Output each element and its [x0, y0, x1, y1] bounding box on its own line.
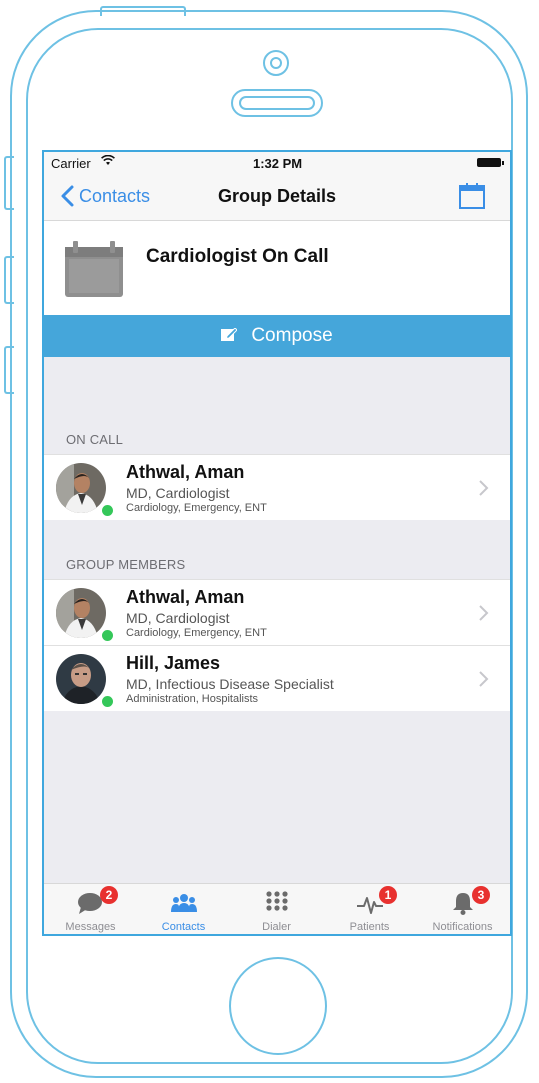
front-camera	[263, 50, 289, 76]
calendar-icon[interactable]	[458, 182, 486, 210]
battery-icon	[477, 158, 504, 167]
avatar	[56, 588, 106, 638]
navigation-bar: Contacts Group Details	[44, 174, 510, 221]
tab-label: Patients	[349, 921, 390, 933]
contact-row[interactable]: Athwal, Aman MD, Cardiologist Cardiology…	[44, 579, 510, 645]
tab-patients[interactable]: 1 Patients	[323, 884, 416, 934]
avatar	[56, 463, 106, 513]
app-screen: Carrier 1:32 PM Contacts Group Details C…	[42, 150, 512, 936]
compose-button[interactable]: Compose	[44, 315, 510, 357]
wifi-icon	[101, 154, 115, 169]
avatar	[56, 654, 106, 704]
clock: 1:32 PM	[253, 156, 303, 171]
chevron-right-icon	[479, 480, 489, 496]
contact-row[interactable]: Hill, James MD, Infectious Disease Speci…	[44, 645, 510, 711]
carrier-label: Carrier	[51, 156, 91, 171]
messages-badge: 2	[100, 886, 118, 904]
contact-departments: Cardiology, Emergency, ENT	[126, 627, 267, 639]
contact-departments: Administration, Hospitalists	[126, 693, 259, 705]
status-bar: Carrier 1:32 PM	[44, 152, 510, 174]
tab-contacts[interactable]: Contacts	[137, 884, 230, 934]
compose-icon	[221, 328, 238, 341]
keypad-icon	[266, 891, 288, 911]
tab-label: Contacts	[161, 921, 206, 933]
contact-title: MD, Cardiologist	[126, 610, 230, 626]
section-header-on-call: ON CALL	[66, 432, 124, 447]
tab-messages[interactable]: 2 Messages	[44, 884, 137, 934]
group-header: Cardiologist On Call	[44, 221, 510, 315]
contact-name: Hill, James	[126, 653, 221, 673]
online-status-indicator	[100, 694, 115, 709]
contact-name: Athwal, Aman	[126, 587, 245, 607]
contact-title: MD, Cardiologist	[126, 485, 230, 501]
compose-label: Compose	[251, 325, 333, 346]
tab-label: Dialer	[262, 921, 291, 933]
earpiece-speaker	[231, 89, 323, 117]
contact-title: MD, Infectious Disease Specialist	[126, 676, 334, 692]
contact-name: Athwal, Aman	[126, 462, 245, 482]
people-icon	[171, 894, 197, 912]
page-title: Group Details	[217, 186, 337, 206]
group-name: Cardiologist On Call	[146, 246, 329, 267]
patients-badge: 1	[379, 886, 397, 904]
group-calendar-icon	[65, 241, 123, 297]
online-status-indicator	[100, 503, 115, 518]
chevron-right-icon	[479, 605, 489, 621]
home-button[interactable]	[229, 957, 327, 1055]
notifications-badge: 3	[472, 886, 490, 904]
online-status-indicator	[100, 628, 115, 643]
tab-bar: 2 Messages Contacts Dialer 1 Patients 3 …	[44, 883, 510, 934]
section-header-group-members: GROUP MEMBERS	[66, 557, 186, 572]
chevron-right-icon	[479, 671, 489, 687]
tab-label: Messages	[65, 921, 116, 933]
contact-row[interactable]: Athwal, Aman MD, Cardiologist Cardiology…	[44, 454, 510, 520]
contact-departments: Cardiology, Emergency, ENT	[126, 502, 267, 514]
tab-label: Notifications	[432, 921, 493, 933]
tab-notifications[interactable]: 3 Notifications	[416, 884, 509, 934]
tab-dialer[interactable]: Dialer	[230, 884, 323, 934]
